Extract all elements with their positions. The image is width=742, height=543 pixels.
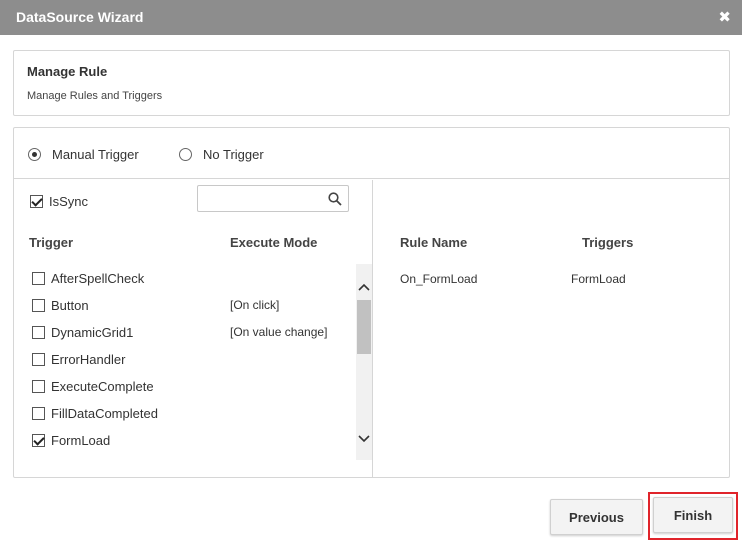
trigger-list: AfterSpellCheck Button [On click] Dynami… [14,264,359,460]
execute-mode: [On value change] [230,325,328,339]
checkbox-checked-icon [32,433,45,447]
trigger-label: ExecuteComplete [51,378,154,394]
chevron-up-icon[interactable] [356,278,372,296]
checkbox-icon [32,298,45,312]
search-icon[interactable] [328,192,342,206]
checkbox-icon [32,325,45,339]
list-item[interactable]: ExecuteComplete [32,376,352,396]
radio-selected-icon [28,148,41,161]
rules-pane: Rule Name Triggers On_FormLoad FormLoad [374,180,730,478]
manage-rule-header: Manage Rule Manage Rules and Triggers [13,50,730,116]
issync-checkbox[interactable]: IsSync [30,194,88,209]
trigger-label: AfterSpellCheck [51,270,145,286]
list-item[interactable]: AfterSpellCheck [32,268,352,288]
radio-manual-trigger[interactable]: Manual Trigger [28,147,139,162]
rule-panel: Manual Trigger No Trigger IsSync Trigger… [13,127,730,478]
execute-mode: [On click] [230,298,280,312]
chevron-down-icon[interactable] [356,430,372,448]
radio-unselected-icon [179,148,192,161]
close-icon[interactable]: ✖ [718,8,731,26]
search-input[interactable] [198,186,318,211]
radio-label: Manual Trigger [52,147,139,162]
trigger-label: FillDataCompleted [51,405,158,421]
checkbox-icon [32,271,45,285]
trigger-mode-group: Manual Trigger No Trigger [14,128,729,179]
list-item[interactable]: ErrorHandler [32,349,352,369]
radio-no-trigger[interactable]: No Trigger [179,147,264,162]
list-item[interactable]: DynamicGrid1 [On value change] [32,322,352,342]
trigger-label: FormLoad [51,432,111,448]
list-item[interactable]: Button [On click] [32,295,352,315]
scrollbar-thumb[interactable] [357,300,371,354]
radio-label: No Trigger [203,147,264,162]
rule-name-cell[interactable]: On_FormLoad [400,272,477,286]
trigger-label: Button [51,297,89,313]
previous-button[interactable]: Previous [550,499,643,535]
list-item[interactable]: FormLoad [32,430,352,450]
rule-triggers-cell: FormLoad [571,272,626,286]
section-subtitle: Manage Rules and Triggers [27,90,163,102]
column-header-rule-name: Rule Name [400,235,468,250]
checkbox-icon [32,406,45,420]
issync-label: IsSync [49,194,89,209]
column-header-execute-mode: Execute Mode [230,235,318,250]
finish-button[interactable]: Finish [653,497,733,533]
search-box[interactable] [197,185,349,212]
checkbox-icon [32,379,45,393]
trigger-label: DynamicGrid1 [51,324,134,340]
trigger-list-scrollbar[interactable] [356,264,372,460]
column-header-trigger: Trigger [29,235,74,250]
list-item[interactable]: FillDataCompleted [32,403,352,423]
column-header-triggers: Triggers [582,235,634,250]
title-bar: DataSource Wizard ✖ [0,0,742,35]
window-title: DataSource Wizard [16,9,144,25]
trigger-label: ErrorHandler [51,351,126,367]
trigger-list-pane: IsSync Trigger Execute Mode AfterSpellCh… [14,180,373,478]
checkbox-checked-icon [30,195,43,208]
section-title: Manage Rule [27,64,108,79]
checkbox-icon [32,352,45,366]
